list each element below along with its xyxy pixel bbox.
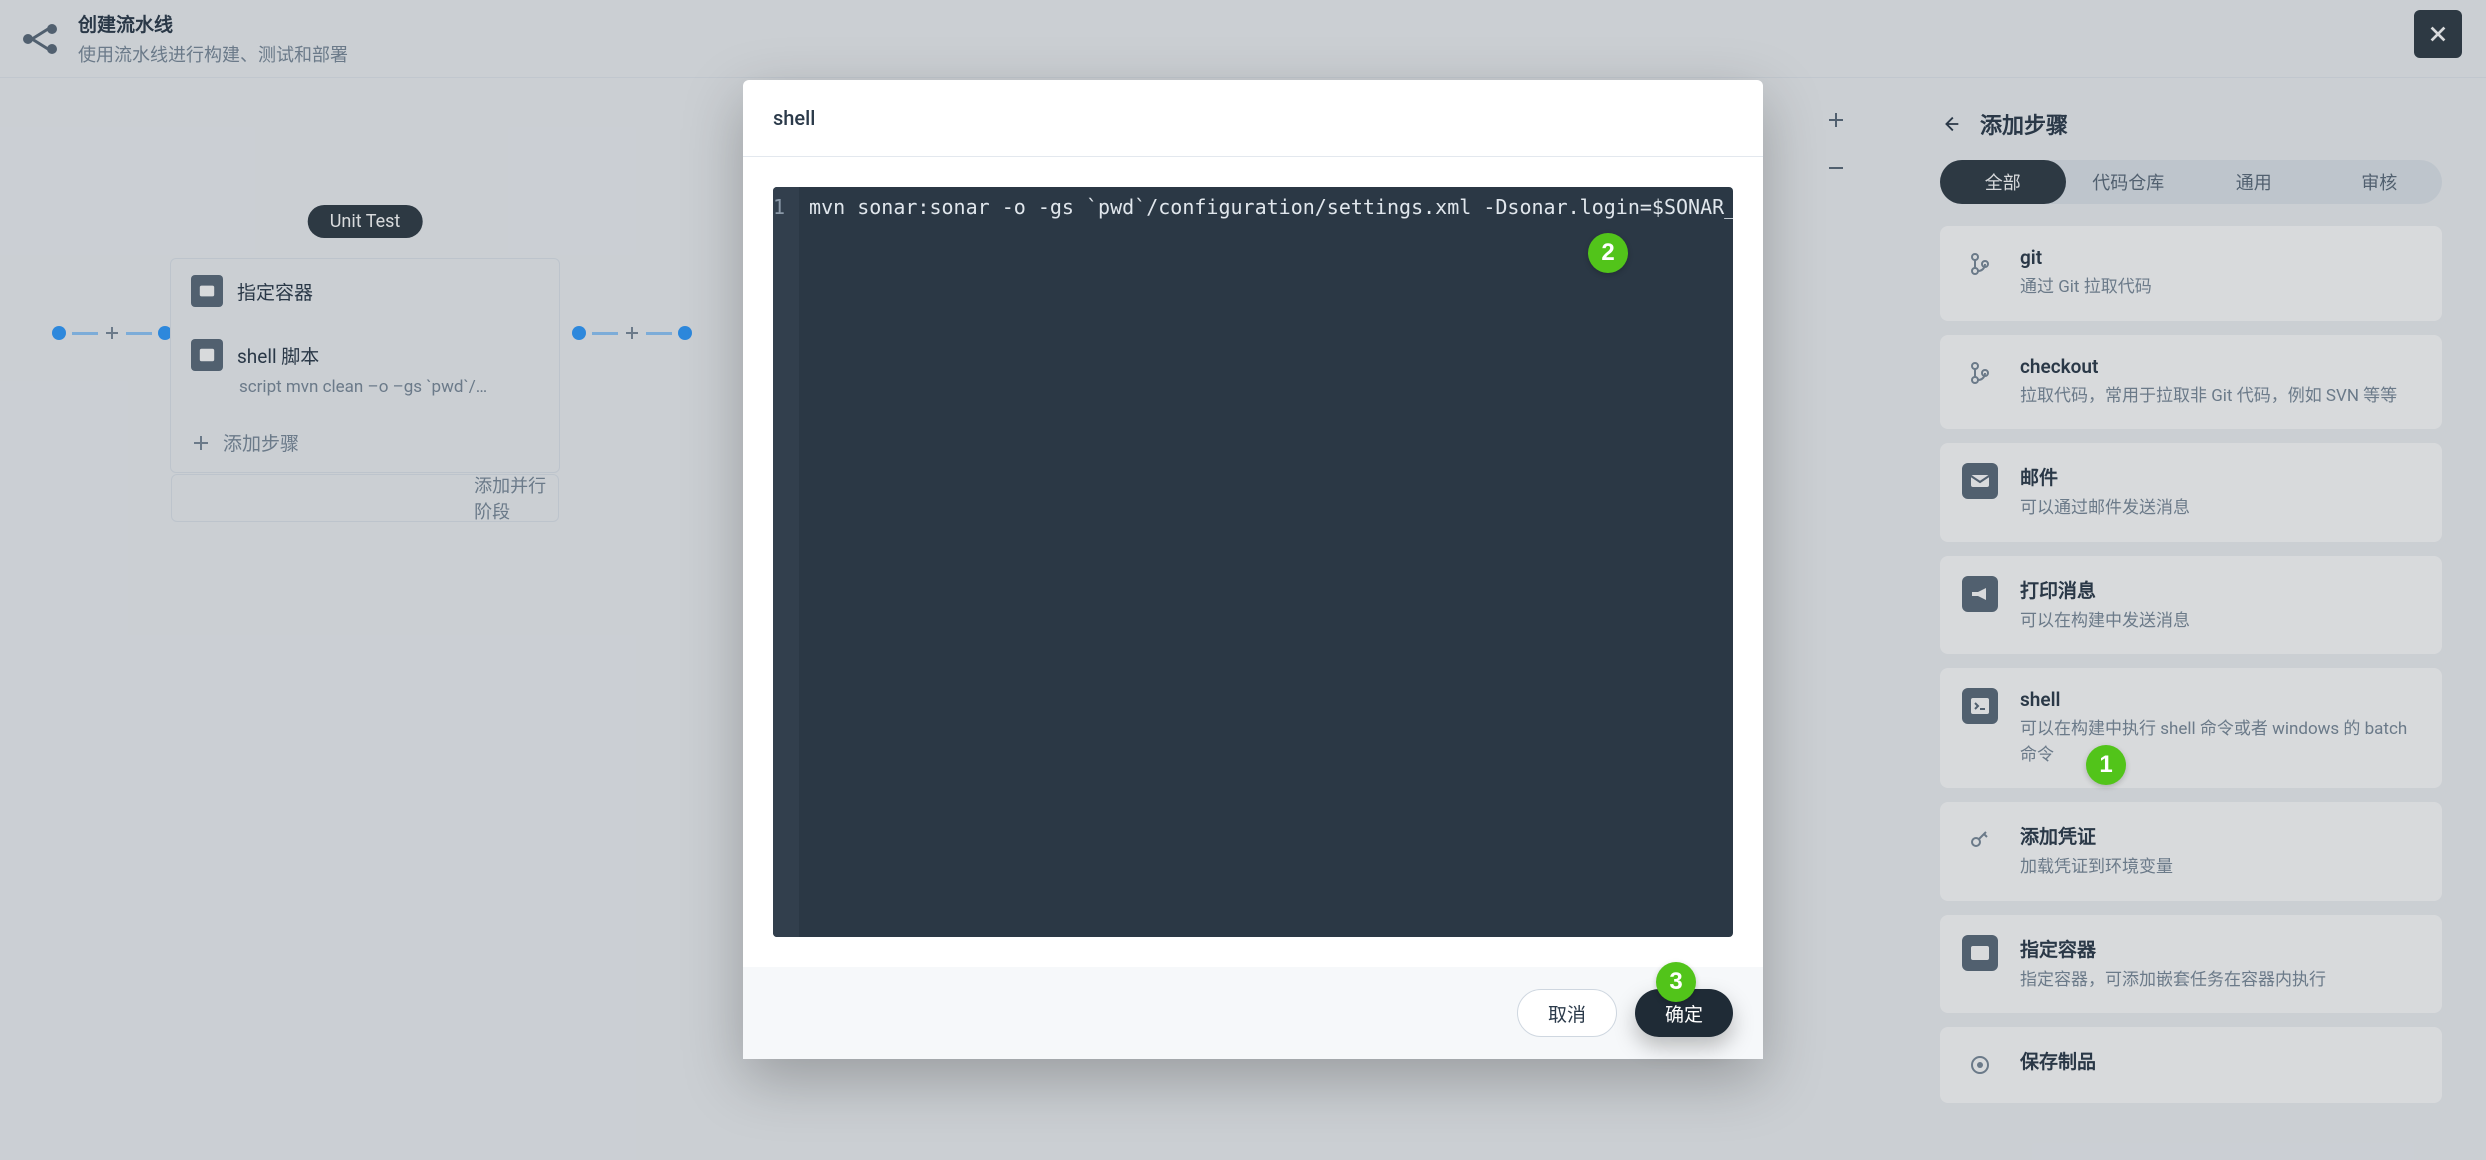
callout-1: 1 <box>2086 745 2126 785</box>
callout-3: 3 <box>1656 962 1696 1002</box>
editor-body[interactable]: mvn sonar:sonar -o -gs `pwd`/configurati… <box>799 187 1733 937</box>
editor-gutter: 1 <box>773 187 799 937</box>
callout-2: 2 <box>1588 233 1628 273</box>
line-number: 1 <box>773 195 785 219</box>
modal-title: shell <box>743 80 1763 157</box>
shell-modal: shell 1 mvn sonar:sonar -o -gs `pwd`/con… <box>743 80 1763 1059</box>
modal-footer: 取消 确定 <box>743 967 1763 1059</box>
cancel-button[interactable]: 取消 <box>1517 989 1617 1037</box>
code-editor[interactable]: 1 mvn sonar:sonar -o -gs `pwd`/configura… <box>773 187 1733 937</box>
app-root: 创建流水线 使用流水线进行构建、测试和部署 Unit Test 指定容器 <box>0 0 2486 1160</box>
